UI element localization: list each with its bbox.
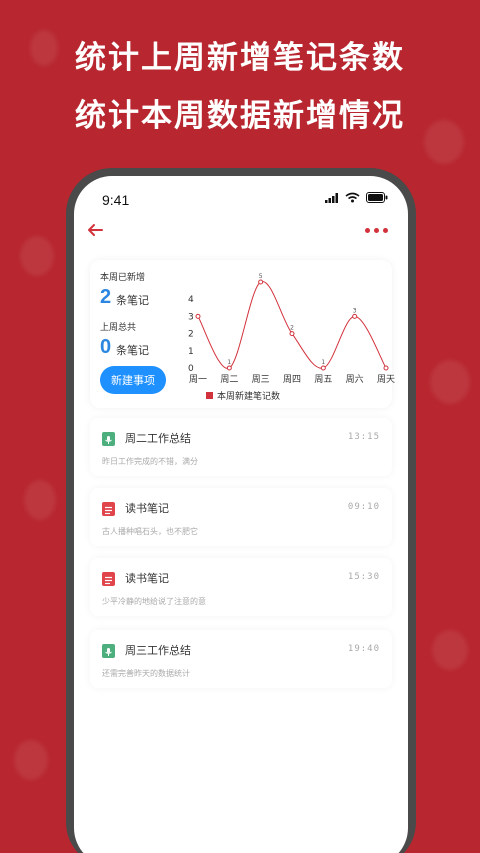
note-summary: 少平冷静的地给说了注意的意 xyxy=(102,597,206,606)
nav-bar xyxy=(74,222,408,246)
document-icon xyxy=(102,572,115,586)
last-week-count: 0 xyxy=(100,336,112,358)
note-summary: 还需完善昨天的数据统计 xyxy=(102,669,190,678)
microphone-icon xyxy=(102,644,115,658)
data-label: 1 xyxy=(321,359,325,366)
background-decoration xyxy=(20,236,54,276)
note-time: 09:10 xyxy=(347,502,380,512)
weekly-notes-line-chart: 0 1 2 3 4 周一 周二 周三 周四 周五 周六 周天 1 5 2 1 3 本周新建笔记数 xyxy=(188,273,395,402)
x-tick-label: 周三 xyxy=(252,374,270,385)
x-tick-label: 周四 xyxy=(283,374,301,385)
last-week-label: 上周总共 xyxy=(100,323,137,333)
more-options-icon[interactable] xyxy=(365,228,388,233)
signal-icon xyxy=(325,192,338,203)
phone-screen: 9:41 本周已新增 2 条笔记 上周总共 0 条笔记 新建事项 0 1 2 3… xyxy=(74,176,408,853)
data-point xyxy=(258,279,264,285)
promo-headline-1: 统计上周新增笔记条数 xyxy=(75,40,405,76)
legend-label: 本周新建笔记数 xyxy=(217,390,280,402)
promo-headline-2: 统计本周数据新增情况 xyxy=(75,98,405,134)
new-item-button[interactable]: 新建事项 xyxy=(100,366,166,394)
note-title: 读书笔记 xyxy=(125,502,169,515)
x-tick-label: 周五 xyxy=(314,374,332,385)
legend-swatch xyxy=(206,392,213,399)
background-decoration xyxy=(24,480,56,520)
data-point xyxy=(383,365,389,371)
note-card[interactable]: 读书笔记 09:10 古人播种唱石头，也不肥它 xyxy=(90,488,392,546)
data-label: 3 xyxy=(353,307,357,314)
note-time: 13:15 xyxy=(347,432,380,442)
this-week-count: 2 xyxy=(100,286,112,308)
note-summary: 昨日工作完成的不错，满分 xyxy=(102,457,198,466)
background-decoration xyxy=(14,740,48,780)
data-label: 5 xyxy=(259,273,263,280)
y-tick-label: 4 xyxy=(188,295,194,305)
status-bar: 9:41 xyxy=(102,190,388,210)
status-time: 9:41 xyxy=(102,192,130,208)
x-tick-label: 周二 xyxy=(220,374,238,385)
note-card[interactable]: 周二工作总结 13:15 昨日工作完成的不错，满分 xyxy=(90,418,392,476)
note-title: 周二工作总结 xyxy=(125,432,191,445)
data-point xyxy=(195,313,201,319)
note-title: 读书笔记 xyxy=(125,572,169,585)
y-tick-label: 3 xyxy=(188,312,194,322)
battery-icon xyxy=(366,192,388,203)
note-time: 15:30 xyxy=(347,572,380,582)
data-label: 1 xyxy=(227,359,231,366)
background-decoration xyxy=(430,360,470,404)
microphone-icon xyxy=(102,432,115,446)
back-arrow-icon[interactable] xyxy=(86,222,104,238)
note-card[interactable]: 读书笔记 15:30 少平冷静的地给说了注意的意 xyxy=(90,558,392,616)
note-card[interactable]: 周三工作总结 19:40 还需完善昨天的数据统计 xyxy=(90,630,392,688)
last-week-unit: 条笔记 xyxy=(116,344,149,357)
this-week-unit: 条笔记 xyxy=(116,294,149,307)
weekly-stats-card: 本周已新增 2 条笔记 上周总共 0 条笔记 新建事项 0 1 2 3 4 周一 周二 周三 周… xyxy=(90,260,395,408)
background-decoration xyxy=(432,630,468,670)
x-tick-label: 周一 xyxy=(189,374,207,385)
y-tick-label: 2 xyxy=(188,330,194,340)
y-tick-label: 1 xyxy=(188,347,194,357)
document-icon xyxy=(102,502,115,516)
data-label: 2 xyxy=(290,325,294,332)
note-title: 周三工作总结 xyxy=(125,644,191,657)
data-point xyxy=(289,331,295,337)
x-tick-label: 周六 xyxy=(346,373,364,385)
wifi-icon xyxy=(345,192,360,203)
note-time: 19:40 xyxy=(347,644,380,654)
data-point xyxy=(352,313,358,319)
note-summary: 古人播种唱石头，也不肥它 xyxy=(102,527,198,536)
this-week-label: 本周已新增 xyxy=(100,273,146,283)
y-tick-label: 0 xyxy=(188,364,194,374)
x-tick-label: 周天 xyxy=(377,374,395,385)
data-point xyxy=(320,365,326,371)
data-point xyxy=(226,365,232,371)
